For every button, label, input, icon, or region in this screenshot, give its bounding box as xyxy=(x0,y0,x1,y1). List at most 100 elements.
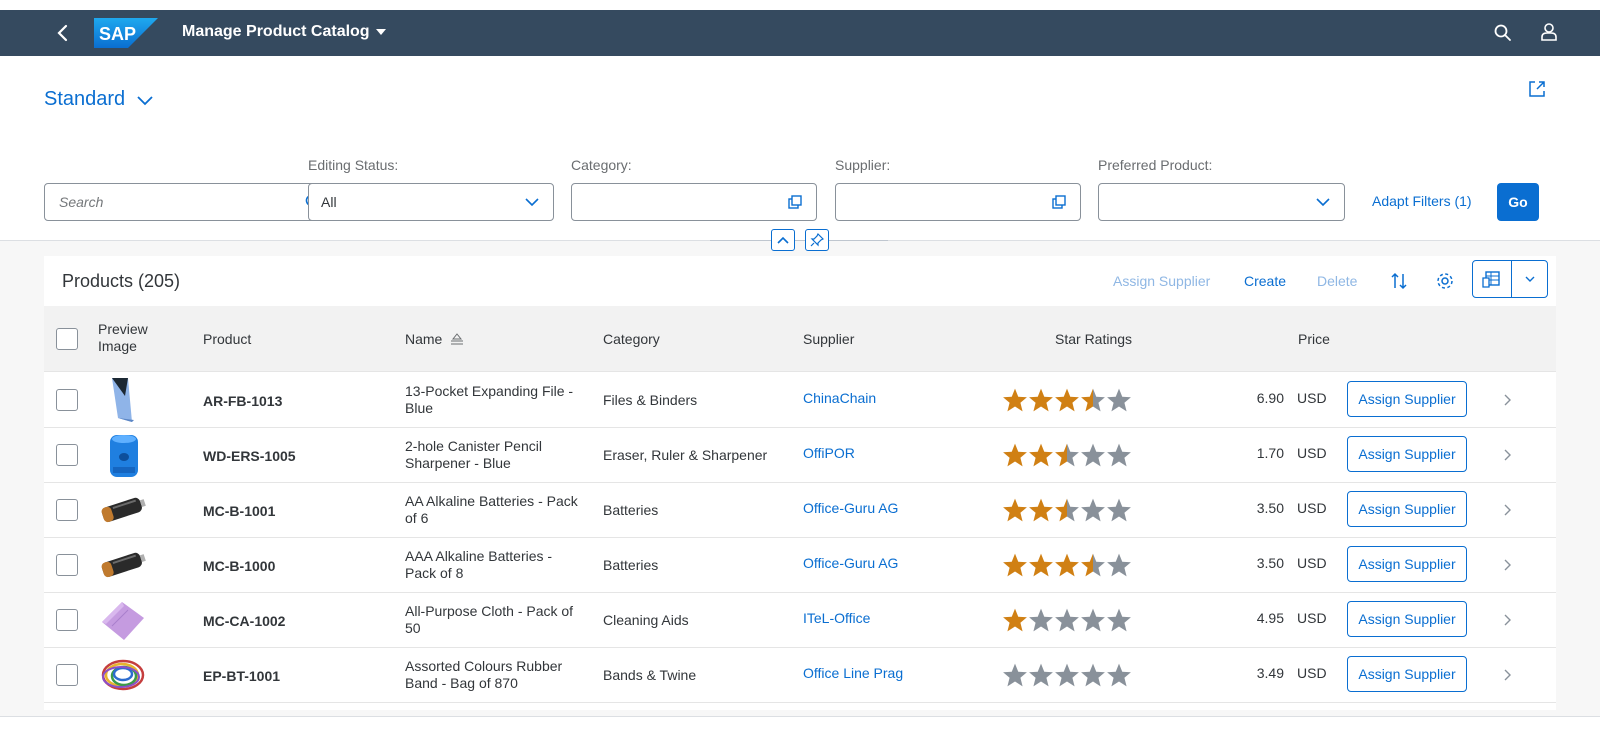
col-price[interactable]: Price xyxy=(1298,331,1330,347)
star-icon xyxy=(1029,608,1053,632)
product-image xyxy=(98,486,148,534)
editing-status-select[interactable]: All xyxy=(308,183,554,221)
star-icon xyxy=(1107,663,1131,687)
export-button[interactable] xyxy=(1473,261,1511,297)
chevron-left-icon[interactable] xyxy=(52,22,74,44)
sap-logo[interactable]: SAP xyxy=(94,18,158,48)
select-all-checkbox[interactable] xyxy=(56,328,78,350)
product-category: Eraser, Ruler & Sharpener xyxy=(603,447,768,463)
row-checkbox[interactable] xyxy=(56,554,78,576)
row-checkbox[interactable] xyxy=(56,389,78,411)
header-collapse-line xyxy=(710,240,888,241)
chevron-down-icon xyxy=(525,198,539,207)
row-checkbox[interactable] xyxy=(56,444,78,466)
go-button[interactable]: Go xyxy=(1497,183,1539,221)
supplier-link[interactable]: ITeL-Office xyxy=(803,610,870,626)
category-input[interactable] xyxy=(571,183,817,221)
product-name: 13-Pocket Expanding File - Blue xyxy=(405,383,574,416)
row-navigation-chevron-icon[interactable] xyxy=(1500,611,1514,629)
product-image xyxy=(98,596,148,644)
product-image xyxy=(98,651,148,699)
supplier-link[interactable]: OffiPOR xyxy=(803,445,855,461)
adapt-filters-link[interactable]: Adapt Filters (1) xyxy=(1372,193,1472,209)
search-field[interactable]: Search xyxy=(44,183,335,221)
star-icon xyxy=(1029,663,1053,687)
table-row[interactable]: MC-B-1001 AA Alkaline Batteries - Pack of… xyxy=(44,483,1556,538)
col-product[interactable]: Product xyxy=(203,331,251,347)
star-icon xyxy=(1055,608,1079,632)
supplier-link[interactable]: Office-Guru AG xyxy=(803,555,898,571)
product-price: 6.90 xyxy=(1256,390,1284,406)
product-category: Bands & Twine xyxy=(603,667,697,683)
row-navigation-chevron-icon[interactable] xyxy=(1500,666,1514,684)
variant-selector[interactable]: Standard xyxy=(44,88,155,111)
value-help-icon[interactable] xyxy=(786,193,804,211)
table-title: Products (205) xyxy=(62,271,181,291)
row-checkbox[interactable] xyxy=(56,664,78,686)
row-navigation-chevron-icon[interactable] xyxy=(1500,446,1514,464)
preferred-product-label: Preferred Product: xyxy=(1098,157,1213,173)
chevron-down-icon xyxy=(137,95,153,105)
sort-icon[interactable] xyxy=(1388,270,1410,292)
product-category: Cleaning Aids xyxy=(603,612,689,628)
star-icon xyxy=(1055,663,1079,687)
product-category: Batteries xyxy=(603,502,659,518)
product-price: 1.70 xyxy=(1256,445,1284,461)
preferred-product-select[interactable] xyxy=(1098,183,1345,221)
product-name: Assorted Colours Rubber Band - Bag of 87… xyxy=(405,658,563,691)
assign-supplier-button[interactable]: Assign Supplier xyxy=(1347,436,1467,472)
share-icon[interactable] xyxy=(1526,78,1548,100)
delete-button[interactable]: Delete xyxy=(1317,273,1357,289)
sort-ascending-icon xyxy=(451,333,464,345)
settings-gear-icon[interactable] xyxy=(1434,270,1456,292)
row-navigation-chevron-icon[interactable] xyxy=(1500,556,1514,574)
editing-status-value: All xyxy=(321,194,337,210)
row-navigation-chevron-icon[interactable] xyxy=(1500,501,1514,519)
app-title-menu[interactable]: Manage Product Catalog xyxy=(182,23,386,41)
table-row[interactable]: AR-FB-1013 13-Pocket Expanding File - Blu… xyxy=(44,373,1556,428)
supplier-label: Supplier: xyxy=(835,157,891,173)
star-icon xyxy=(1055,498,1079,522)
supplier-link[interactable]: Office-Guru AG xyxy=(803,500,898,516)
supplier-input[interactable] xyxy=(835,183,1081,221)
assign-supplier-button[interactable]: Assign Supplier xyxy=(1347,601,1467,637)
supplier-link[interactable]: ChinaChain xyxy=(803,390,876,406)
supplier-link[interactable]: Office Line Prag xyxy=(803,665,903,681)
table-row[interactable]: WD-ERS-1005 2-hole Canister Pencil Sharpe… xyxy=(44,428,1556,483)
star-icon xyxy=(1081,553,1105,577)
assign-supplier-button[interactable]: Assign Supplier xyxy=(1347,656,1467,692)
star-icon xyxy=(1081,608,1105,632)
assign-supplier-button[interactable]: Assign Supplier xyxy=(1347,381,1467,417)
row-checkbox[interactable] xyxy=(56,499,78,521)
col-preview-image[interactable]: Preview Image xyxy=(98,321,168,355)
export-menu-button[interactable] xyxy=(1512,261,1548,297)
product-id: EP-BT-1001 xyxy=(203,668,281,684)
create-button[interactable]: Create xyxy=(1244,273,1286,289)
row-navigation-chevron-icon[interactable] xyxy=(1500,391,1514,409)
value-help-icon[interactable] xyxy=(1050,193,1068,211)
col-category[interactable]: Category xyxy=(603,331,660,347)
table-row[interactable]: EP-BT-1001 Assorted Colours Rubber Band -… xyxy=(44,648,1556,703)
product-image xyxy=(98,376,148,424)
person-icon[interactable] xyxy=(1538,21,1560,43)
col-name-header[interactable]: Name xyxy=(405,331,464,347)
product-id: MC-B-1001 xyxy=(203,503,276,519)
col-supplier[interactable]: Supplier xyxy=(803,331,854,347)
star-rating xyxy=(1002,387,1132,415)
col-star-ratings[interactable]: Star Ratings xyxy=(1055,331,1132,347)
product-image xyxy=(98,431,148,479)
star-icon xyxy=(1107,443,1131,467)
price-currency: USD xyxy=(1297,555,1327,571)
search-icon[interactable] xyxy=(1492,22,1514,44)
pin-header-button[interactable] xyxy=(805,229,829,251)
assign-supplier-button[interactable]: Assign Supplier xyxy=(1347,546,1467,582)
assign-supplier-toolbar-button[interactable]: Assign Supplier xyxy=(1113,273,1210,289)
table-row[interactable]: MC-B-1000 AAA Alkaline Batteries - Pack o… xyxy=(44,538,1556,593)
assign-supplier-button[interactable]: Assign Supplier xyxy=(1347,491,1467,527)
table-row[interactable]: MC-CA-1002 All-Purpose Cloth - Pack of 50… xyxy=(44,593,1556,648)
collapse-header-button[interactable] xyxy=(771,229,795,251)
star-rating xyxy=(1002,607,1132,635)
star-icon xyxy=(1003,498,1027,522)
export-spreadsheet-icon xyxy=(1482,271,1500,288)
row-checkbox[interactable] xyxy=(56,609,78,631)
